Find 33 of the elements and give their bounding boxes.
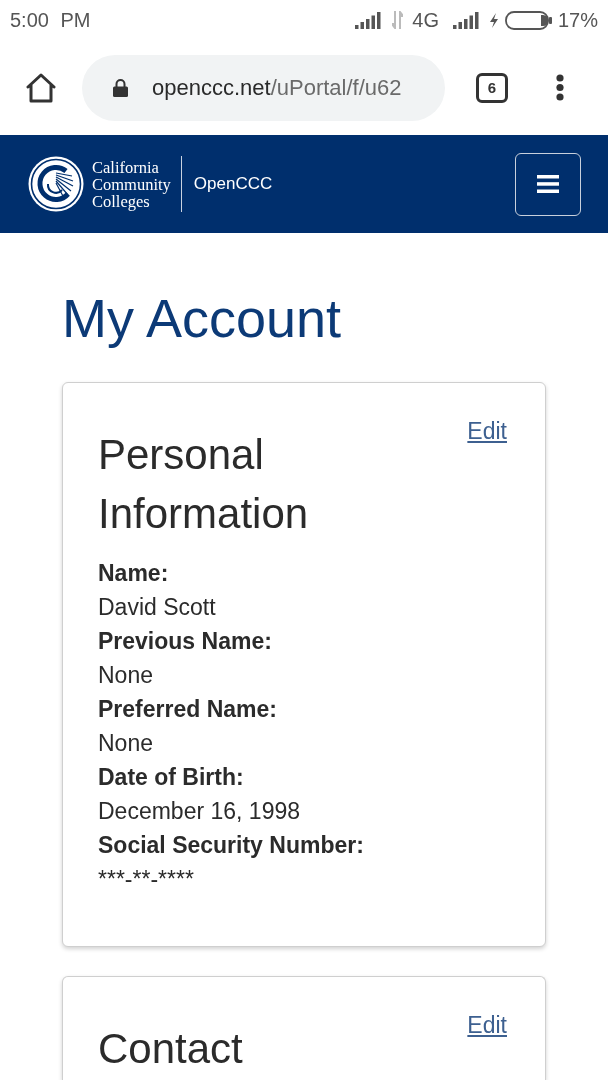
more-menu-icon[interactable] — [556, 74, 564, 101]
logo-text: California Community Colleges — [92, 158, 171, 210]
network-label: 4G — [412, 8, 439, 32]
field-label: Name: — [98, 559, 170, 588]
menu-icon — [537, 175, 559, 193]
field-label: Social Security Number: — [98, 831, 365, 860]
field-label: Previous Name: — [98, 627, 273, 656]
seal-logo-icon — [28, 156, 84, 212]
card-title: Personal Information — [98, 430, 310, 539]
edit-link[interactable]: Edit — [467, 1011, 507, 1039]
field-label: Date of Birth: — [98, 763, 245, 792]
field-value: ***-**-**** — [98, 865, 195, 894]
app-name: OpenCCC — [193, 174, 273, 194]
signal-icon — [355, 11, 383, 29]
address-bar[interactable]: openccc.net/uPortal/f/u62 — [82, 54, 445, 121]
tab-switcher-button[interactable]: 6 — [476, 72, 508, 103]
lock-icon — [113, 78, 128, 97]
field-value: None — [98, 729, 154, 758]
field-value: None — [98, 661, 154, 690]
field-value: David Scott — [98, 593, 217, 622]
page-title: My Account — [62, 287, 343, 350]
data-arrows-icon — [392, 11, 404, 29]
menu-button[interactable] — [515, 152, 581, 216]
field-value: December 16, 1998 — [98, 797, 301, 826]
signal-icon — [452, 11, 480, 29]
status-time: 5:00 PM — [10, 8, 91, 32]
home-icon[interactable] — [25, 72, 57, 103]
charging-icon — [489, 12, 498, 28]
edit-link[interactable]: Edit — [467, 417, 507, 445]
battery-percent: 17% — [557, 8, 598, 32]
field-label: Preferred Name: — [98, 695, 278, 724]
card-title: Contact — [98, 1024, 243, 1074]
battery-icon — [504, 10, 553, 30]
